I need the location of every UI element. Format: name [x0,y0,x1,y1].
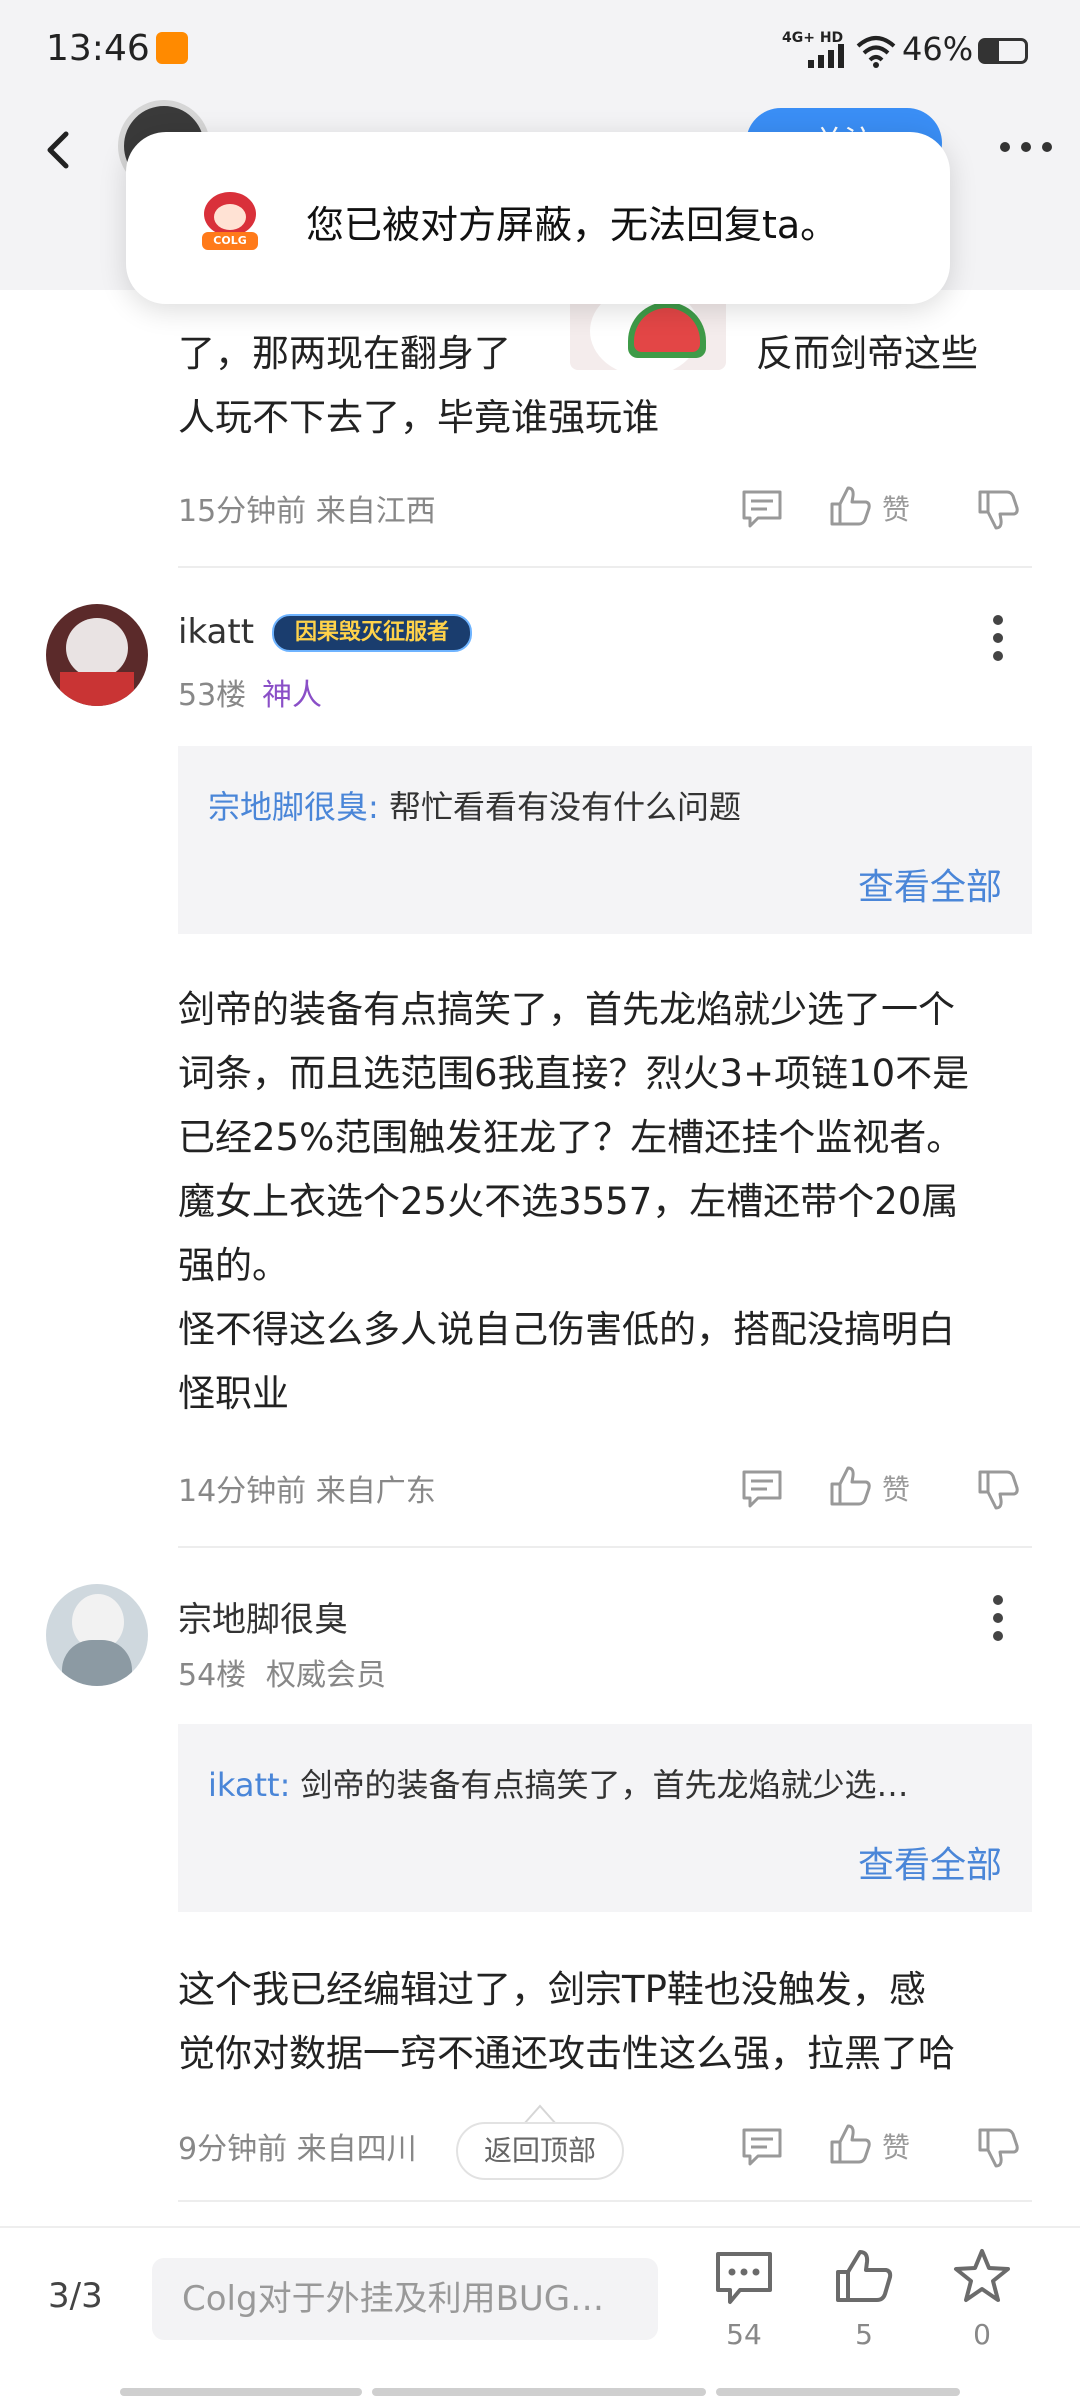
like-icon[interactable] [834,2248,894,2304]
comments-icon[interactable] [714,2250,774,2306]
battery-icon [978,38,1028,64]
like-icon[interactable] [828,1464,872,1508]
post-text-line: 反而剑帝这些 [756,332,978,375]
emoji-sticker [570,296,726,370]
post-text-line: 觉你对数据一窍不通还攻击性这么强，拉黑了哈 [178,2032,955,2075]
wifi-icon [856,36,896,68]
battery-percent: 46% [902,30,974,68]
post-divider [178,566,1032,568]
more-icon[interactable] [998,140,1054,154]
username[interactable]: ikatt [178,612,254,652]
user-avatar[interactable] [46,1584,148,1686]
star-icon[interactable] [952,2248,1012,2304]
post-text-line: 剑帝的装备有点搞笑了，首先龙焰就少选了一个 [178,988,955,1031]
like-label[interactable]: 赞 [882,2126,910,2166]
post-text-line: 人玩不下去了，毕竟谁强玩谁 [178,396,659,439]
home-indicator [120,2388,960,2396]
status-time: 13:46 [46,28,150,69]
dislike-icon[interactable] [976,488,1020,532]
back-to-top-button[interactable]: 返回顶部 [456,2122,624,2180]
post-text-line: 怪不得这么多人说自己伤害低的，搭配没搞明白 [178,1308,955,1351]
post-more-icon[interactable] [990,1594,1006,1642]
post-text-line: 词条，而且选范围6我直接？烈火3+项链10不是 [178,1052,970,1095]
favorites-count: 0 [973,2318,991,2351]
notification-icon [156,32,188,64]
back-arrow-icon[interactable] [30,120,90,180]
comment-icon[interactable] [740,2124,784,2168]
like-icon[interactable] [828,484,872,528]
quote-author[interactable]: ikatt: [208,1766,290,1804]
like-icon[interactable] [828,2122,872,2166]
post-text-line: 怪职业 [178,1372,289,1415]
comments-count: 54 [726,2318,762,2351]
comment-icon[interactable] [740,1466,784,1510]
toast-message: 您已被对方屏蔽，无法回复ta。 [306,203,839,247]
post-meta: 14分钟前 来自广东 [178,1474,436,1509]
floor-number: 54楼 [178,1658,247,1693]
colg-app-icon: COLG [196,186,264,254]
dislike-icon[interactable] [976,1468,1020,1512]
view-all-link[interactable]: 查看全部 [858,1836,1002,1888]
view-all-link[interactable]: 查看全部 [858,858,1002,910]
post-text-line: 魔女上衣选个25火不选3557，左槽还带个20属 [178,1180,959,1223]
like-label[interactable]: 赞 [882,488,910,528]
post-text-line: 了，那两现在翻身了 [178,332,511,375]
quote-author[interactable]: 宗地脚很臭: [208,788,379,826]
quote-text: 帮忙看看有没有什么问题 [388,788,741,826]
post-meta: 9分钟前 来自四川 [178,2132,417,2167]
post-more-icon[interactable] [990,614,1006,662]
user-avatar[interactable] [46,604,148,706]
user-title: 权威会员 [266,1658,386,1693]
comment-icon[interactable] [740,486,784,530]
signal-icon [808,44,844,68]
page-indicator[interactable]: 3/3 [48,2276,103,2316]
dislike-icon[interactable] [976,2126,1020,2170]
post-text-line: 已经25%范围触发狂龙了？左槽还挂个监视者。 [178,1116,964,1159]
user-badge: 因果毁灭征服者 [272,614,472,652]
likes-count: 5 [855,2318,873,2351]
user-title: 神人 [262,678,322,713]
quoted-reply[interactable]: ikatt: 剑帝的装备有点搞笑了，首先龙焰就少选… 查看全部 [178,1724,1032,1912]
post-meta: 15分钟前 来自江西 [178,494,436,529]
like-label[interactable]: 赞 [882,1468,910,1508]
floor-number: 53楼 [178,678,247,713]
toast-notification: COLG 您已被对方屏蔽，无法回复ta。 [126,132,950,304]
post-text-line: 强的。 [178,1244,289,1287]
username[interactable]: 宗地脚很臭 [178,1592,348,1641]
post-divider [178,2200,1032,2202]
reply-input[interactable]: Colg对于外挂及利用BUG… [152,2258,658,2340]
quote-text: 剑帝的装备有点搞笑了，首先龙焰就少选… [300,1766,909,1804]
post-divider [178,1546,1032,1548]
post-text-line: 这个我已经编辑过了，剑宗TP鞋也没触发，感 [178,1968,926,2011]
quoted-reply[interactable]: 宗地脚很臭: 帮忙看看有没有什么问题 查看全部 [178,746,1032,934]
